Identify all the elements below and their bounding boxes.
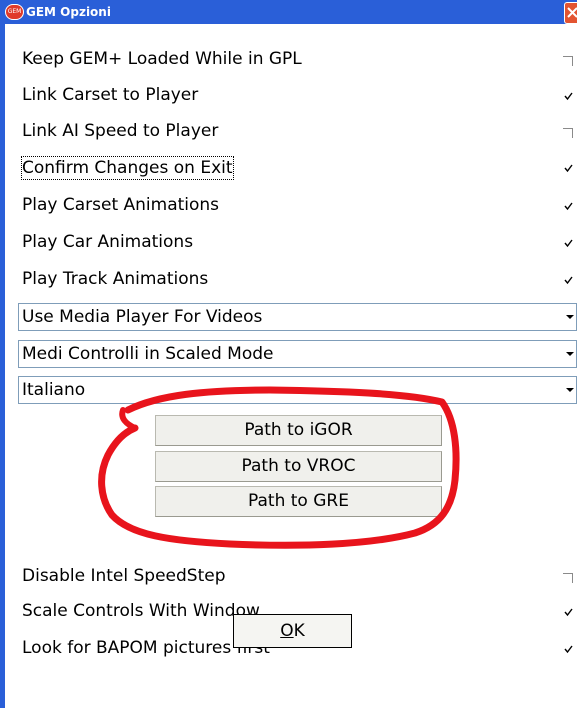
- option-link-ai-speed-checkbox[interactable]: [563, 128, 573, 138]
- dropdown-arrow-icon: [566, 352, 574, 356]
- option-bapom-pictures-checkbox[interactable]: [564, 645, 573, 654]
- check-icon: [564, 608, 573, 617]
- option-disable-speedstep-label: Disable Intel SpeedStep: [22, 566, 226, 586]
- scaled-mode-select[interactable]: Medi Controlli in Scaled Mode: [18, 340, 577, 368]
- ok-button[interactable]: OK: [233, 614, 352, 648]
- language-select-value: Italiano: [22, 380, 86, 400]
- path-to-vroc-button[interactable]: Path to VROC: [155, 451, 442, 482]
- check-icon: [564, 202, 573, 211]
- path-to-gre-button[interactable]: Path to GRE: [155, 486, 442, 517]
- check-icon: [564, 239, 573, 248]
- option-scale-controls-label: Scale Controls With Window: [22, 601, 260, 621]
- dropdown-arrow-icon: [566, 315, 574, 319]
- check-icon: [564, 276, 573, 285]
- check-icon: [564, 164, 573, 173]
- path-to-igor-button[interactable]: Path to iGOR: [155, 415, 442, 446]
- app-icon: GEM: [5, 4, 24, 20]
- close-button[interactable]: [564, 2, 577, 24]
- check-icon: [564, 645, 573, 654]
- option-play-carset-animations-label: Play Carset Animations: [22, 195, 220, 215]
- video-player-select-value: Use Media Player For Videos: [22, 307, 263, 327]
- option-link-carset-checkbox[interactable]: [564, 92, 573, 101]
- option-link-carset-label: Link Carset to Player: [22, 85, 199, 105]
- option-scale-controls-checkbox[interactable]: [564, 608, 573, 617]
- check-icon: [564, 92, 573, 101]
- option-play-car-animations-label: Play Car Animations: [22, 232, 194, 252]
- window-title: GEM Opzioni: [26, 5, 111, 19]
- language-dropdown-button[interactable]: [564, 377, 576, 403]
- close-icon: [567, 7, 577, 18]
- ok-button-accelerator: O: [280, 621, 294, 641]
- scaled-mode-dropdown-button[interactable]: [564, 341, 576, 367]
- option-link-ai-speed-label: Link AI Speed to Player: [22, 121, 219, 141]
- option-play-car-animations-checkbox[interactable]: [564, 239, 573, 248]
- options-window: Keep GEM+ Loaded While in GPL Link Carse…: [0, 24, 577, 708]
- language-select[interactable]: Italiano: [18, 376, 577, 404]
- scaled-mode-select-value: Medi Controlli in Scaled Mode: [22, 344, 274, 364]
- video-player-dropdown-button[interactable]: [564, 304, 576, 330]
- option-play-carset-animations-checkbox[interactable]: [564, 202, 573, 211]
- ok-button-label: K: [293, 621, 305, 641]
- option-confirm-changes-label: Confirm Changes on Exit: [21, 156, 234, 180]
- video-player-select[interactable]: Use Media Player For Videos: [18, 303, 577, 331]
- option-confirm-changes-checkbox[interactable]: [564, 164, 573, 173]
- option-play-track-animations-label: Play Track Animations: [22, 269, 209, 289]
- window-left-border: [0, 24, 5, 708]
- option-play-track-animations-checkbox[interactable]: [564, 276, 573, 285]
- title-bar[interactable]: GEM GEM Opzioni: [0, 0, 577, 25]
- option-disable-speedstep-checkbox[interactable]: [563, 573, 573, 583]
- option-keep-gem-loaded-label: Keep GEM+ Loaded While in GPL: [22, 49, 302, 69]
- dropdown-arrow-icon: [566, 388, 574, 392]
- option-keep-gem-loaded-checkbox[interactable]: [563, 56, 573, 66]
